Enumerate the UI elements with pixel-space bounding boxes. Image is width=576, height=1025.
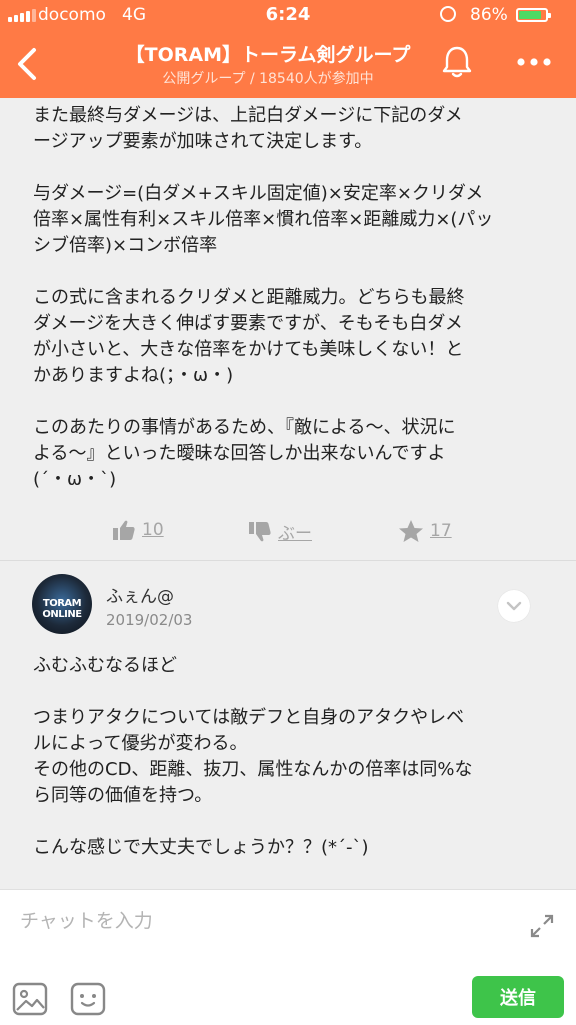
like-button[interactable]: 10: [112, 519, 164, 541]
group-subtitle: 公開グループ / 18540人が参加中: [162, 71, 374, 87]
back-chevron-icon[interactable]: [10, 44, 46, 84]
expand-icon[interactable]: [528, 912, 556, 940]
send-button[interactable]: 送信: [472, 976, 564, 1018]
message-paragraph: また最終与ダメージは、上記白ダメージに下記のダメ ージアップ要素が加味されて決定…: [33, 105, 463, 152]
image-icon[interactable]: [12, 982, 48, 1016]
orientation-lock-icon: [440, 6, 456, 22]
divider: [0, 560, 576, 561]
dislike-label: ぶー: [278, 524, 312, 544]
chat-input[interactable]: [20, 906, 500, 936]
dislike-button[interactable]: ぶー: [248, 519, 312, 544]
more-dots-icon[interactable]: [514, 50, 554, 74]
favorite-count: 17: [430, 521, 452, 541]
battery-percent: 86%: [470, 5, 508, 25]
message-paragraph: 与ダメージ=(白ダメ+スキル固定値)×安定率×クリダメ 倍率×属性有利×スキル倍…: [33, 183, 494, 256]
reaction-bar: 10 ぶー 17: [0, 513, 576, 553]
favorite-button[interactable]: 17: [398, 519, 452, 543]
chat-composer: 送信: [0, 889, 576, 1025]
message-paragraph: この式に含まれるクリダメと距離威力。どちらも最終 ダメージを大きく伸ばす要素です…: [33, 287, 465, 386]
avatar-logo: TORAM ONLINE: [42, 598, 82, 620]
message-paragraph: このあたりの事情があるため、『敵による〜、状況に よる〜』といった曖昧な回答しか…: [33, 417, 456, 490]
battery-icon: [516, 8, 551, 22]
author-name[interactable]: ふぇん@: [106, 582, 174, 607]
sticker-icon[interactable]: [70, 982, 106, 1016]
app-header: docomo 4G 6:24 86% 【TORAM】トーラム剣グループ 公開グル…: [0, 0, 576, 98]
star-icon: [399, 520, 423, 542]
thumbs-up-icon: [113, 520, 135, 540]
bell-icon[interactable]: [440, 44, 474, 80]
post-menu-chevron-icon[interactable]: [498, 590, 530, 622]
group-title: 【TORAM】トーラム剣グループ: [125, 44, 411, 66]
reply-text: ふむふむなるほど つまりアタクについては敵デフと自身のアタクやレベ ルによって優…: [33, 655, 473, 858]
avatar[interactable]: TORAM ONLINE: [32, 574, 92, 634]
thumbs-down-icon: [249, 521, 271, 541]
like-count: 10: [142, 520, 164, 540]
status-bar: docomo 4G 6:24 86%: [0, 0, 576, 30]
post-date: 2019/02/03: [106, 611, 193, 629]
